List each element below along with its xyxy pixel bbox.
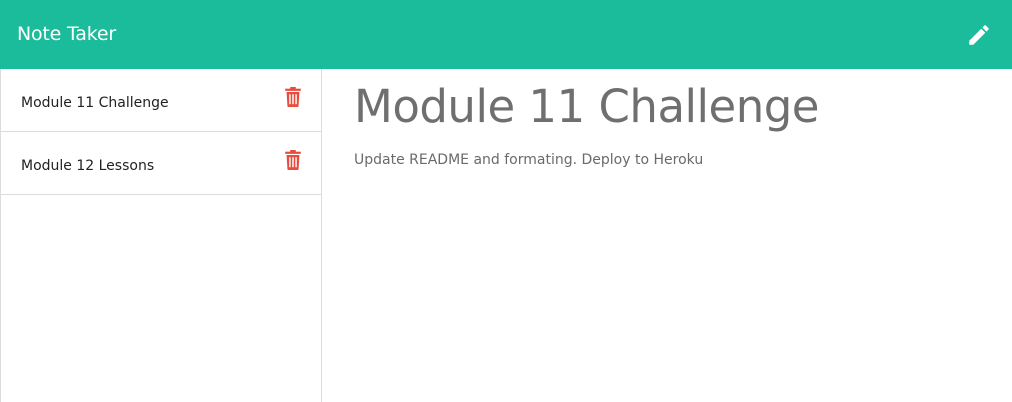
note-list-item[interactable]: Module 11 Challenge xyxy=(1,69,321,132)
note-item-title: Module 12 Lessons xyxy=(21,158,155,174)
note-editor: Module 11 Challenge Update README and fo… xyxy=(322,69,1012,402)
note-list: Module 11 Challenge Module 12 Lessons xyxy=(1,69,321,195)
app-brand[interactable]: Note Taker xyxy=(17,23,116,45)
note-body-field[interactable]: Update README and formating. Deploy to H… xyxy=(354,152,1012,168)
note-title-field[interactable]: Module 11 Challenge xyxy=(354,69,1012,131)
pencil-icon xyxy=(969,24,989,45)
note-list-item[interactable]: Module 12 Lessons xyxy=(1,132,321,195)
notes-sidebar: Module 11 Challenge Module 12 Lessons xyxy=(0,69,322,402)
new-note-button[interactable] xyxy=(963,19,995,51)
trash-icon[interactable] xyxy=(285,150,301,170)
navbar: Note Taker xyxy=(0,0,1012,69)
trash-icon[interactable] xyxy=(285,87,301,107)
note-item-title: Module 11 Challenge xyxy=(21,95,169,111)
